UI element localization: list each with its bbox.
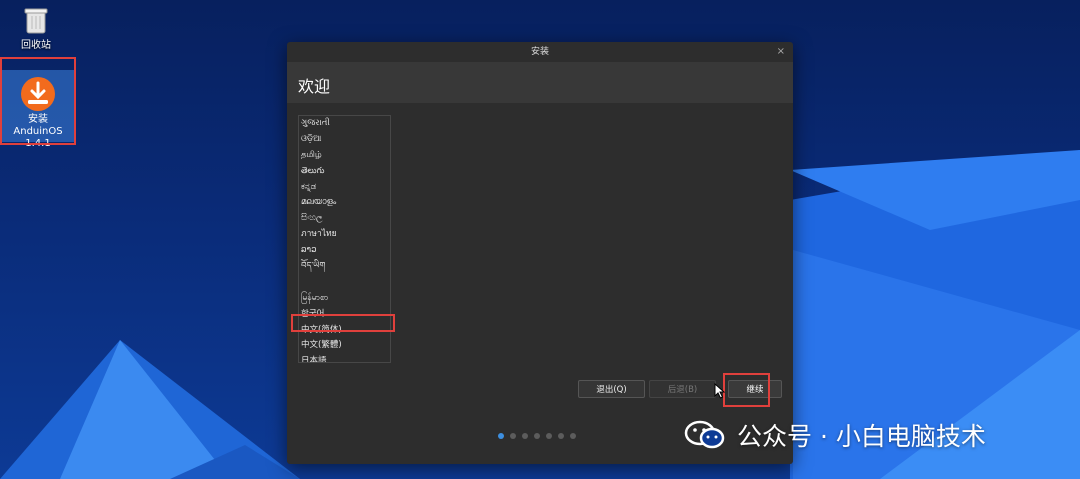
step-indicator [498, 433, 576, 439]
step-dot [510, 433, 516, 439]
page-header: 欢迎 [287, 62, 793, 103]
language-item[interactable]: ଓଡ଼ିଆ [299, 132, 390, 148]
mouse-cursor-icon [714, 382, 726, 403]
close-icon[interactable]: × [777, 42, 785, 62]
language-item[interactable]: മലയാളം [299, 195, 390, 211]
language-item[interactable]: తెలుగు [299, 164, 390, 180]
page-title: 欢迎 [298, 77, 331, 96]
window-titlebar[interactable]: 安装 × [287, 42, 793, 62]
step-dot [522, 433, 528, 439]
highlight-selected-language [291, 314, 395, 332]
wechat-icon [683, 419, 727, 451]
language-item[interactable]: བོད་ཡིག [299, 259, 390, 275]
language-item[interactable]: ภาษาไทย [299, 227, 390, 243]
trash-label: 回收站 [21, 40, 51, 51]
quit-button[interactable]: 退出(Q) [578, 380, 645, 398]
language-item[interactable]: မြန်မာစာ [299, 291, 390, 307]
language-item[interactable]: ಕನ್ನಡ [299, 180, 390, 196]
highlight-desktop-icon [0, 57, 76, 145]
highlight-continue-button [723, 373, 770, 407]
language-item[interactable] [299, 275, 390, 291]
language-item[interactable]: தமிழ் [299, 148, 390, 164]
step-dot-active [498, 433, 504, 439]
window-title: 安装 [530, 47, 549, 57]
trash-icon [24, 6, 48, 34]
step-dot [534, 433, 540, 439]
language-item[interactable]: සිංහල [299, 211, 390, 227]
step-dot [570, 433, 576, 439]
watermark-text: 公众号 · 小白电脑技术 [737, 422, 986, 451]
back-button[interactable]: 后退(B) [649, 380, 716, 398]
trash-desktop-icon[interactable]: 回收站 [14, 6, 58, 51]
language-item[interactable]: 日本語 [299, 354, 390, 362]
watermark: 公众号 · 小白电脑技术 [683, 418, 986, 452]
language-item[interactable]: 中文(繁體) [299, 338, 390, 354]
step-dot [558, 433, 564, 439]
language-item[interactable]: ગુજરાતી [299, 116, 390, 132]
step-dot [546, 433, 552, 439]
language-item[interactable]: ລາວ [299, 243, 390, 259]
